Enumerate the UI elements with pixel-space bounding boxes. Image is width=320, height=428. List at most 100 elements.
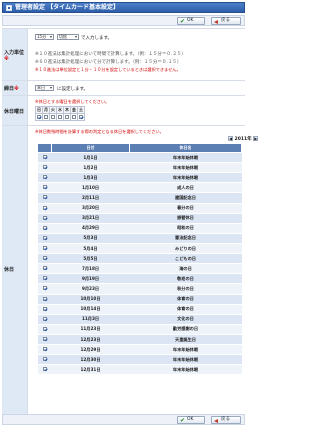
holiday-name: 体育の日 xyxy=(129,304,242,315)
holiday-check-cell xyxy=(37,253,52,265)
holiday-checkbox[interactable] xyxy=(42,235,47,240)
holiday-checkbox[interactable] xyxy=(42,185,47,190)
holiday-checkbox[interactable] xyxy=(42,205,47,210)
holiday-checkbox[interactable] xyxy=(42,316,47,321)
input-unit-note-2: ※６０進法は集計処理において分で計算します。（例：１５分＝０.１５） xyxy=(35,60,182,65)
settings-icon xyxy=(6,5,12,11)
holiday-check-cell xyxy=(37,304,52,315)
holiday-checkbox[interactable] xyxy=(42,256,47,261)
weekday-checkbox[interactable] xyxy=(37,114,41,119)
ok-button-bottom[interactable]: OK xyxy=(177,416,205,424)
holiday-date: 7月18日 xyxy=(51,263,130,275)
holiday-table-row: 5月3日 憲法記念日 xyxy=(37,233,242,244)
holiday-checkbox[interactable] xyxy=(42,357,47,362)
holiday-name: 年末年始休暇 xyxy=(129,344,242,356)
weekday-checkbox[interactable] xyxy=(51,114,55,119)
holiday-checkbox[interactable] xyxy=(42,347,47,352)
holiday-name: 体育の日 xyxy=(129,294,242,305)
col-name-header: 休日名 xyxy=(129,143,242,153)
holiday-checkbox[interactable] xyxy=(42,246,47,251)
holiday-date: 12月31日 xyxy=(51,364,130,376)
weekday-checkbox[interactable] xyxy=(65,114,69,119)
ok-button-label: OK xyxy=(187,18,194,23)
weekday-checkbox[interactable] xyxy=(58,114,62,119)
holiday-date: 3月21日 xyxy=(51,213,130,224)
back-button-bottom[interactable]: 戻る xyxy=(211,416,241,424)
weekday-wed: 水 xyxy=(56,106,64,114)
holiday-name: 建国記念日 xyxy=(129,192,242,204)
holiday-name: 年末年始休暇 xyxy=(129,172,242,184)
settings-form: 入力単位※ 15分 切捨 で入力します。 ※１０進法は集計処理において時間で計算… xyxy=(2,28,259,423)
holiday-check-cell xyxy=(37,273,52,285)
holiday-checkbox[interactable] xyxy=(42,195,47,200)
holiday-checkbox[interactable] xyxy=(42,225,47,230)
holiday-checkbox[interactable] xyxy=(42,215,47,220)
weekday-check-cell xyxy=(70,113,78,121)
holiday-date: 10月10日 xyxy=(51,294,130,305)
holiday-check-cell xyxy=(37,223,52,234)
holiday-check-cell xyxy=(37,354,52,366)
prev-year-button[interactable]: ◀ xyxy=(228,136,233,141)
holiday-table-row: 4月29日 昭和の日 xyxy=(37,223,242,234)
input-unit-note-3: ※１０進法は単位設定と１分・１０分を設定しているときは選択できません。 xyxy=(35,67,181,72)
year-label: 2011年 xyxy=(234,137,252,142)
holiday-checkbox[interactable] xyxy=(42,266,47,271)
unit-rounding-select[interactable]: 切捨 xyxy=(57,34,79,40)
holiday-check-cell xyxy=(37,203,52,214)
weekday-checkbox[interactable] xyxy=(72,114,76,119)
holiday-check-cell xyxy=(37,172,52,184)
holiday-check-cell xyxy=(37,283,52,295)
holiday-table-row: 1月10日 成人の日 xyxy=(37,182,242,194)
holiday-checkbox[interactable] xyxy=(42,337,47,342)
holiday-checkbox[interactable] xyxy=(42,276,47,281)
holiday-name: 年末年始休暇 xyxy=(129,162,242,174)
holiday-checkbox[interactable] xyxy=(42,326,47,331)
holiday-date: 12月30日 xyxy=(51,354,130,366)
weekday-mon: 月 xyxy=(42,106,50,114)
holiday-weekday-note: ※休日とする曜日を選択してください。 xyxy=(35,99,110,104)
close-day-select[interactable]: 末日 xyxy=(35,85,54,91)
holiday-label: 休日 xyxy=(2,126,28,422)
holiday-check-cell xyxy=(37,233,52,244)
weekday-checkbox[interactable] xyxy=(44,114,48,119)
check-icon xyxy=(180,418,185,423)
holiday-checkbox[interactable] xyxy=(42,286,47,291)
holiday-table-row: 3月20日 春分の日 xyxy=(37,203,242,214)
holiday-checkbox[interactable] xyxy=(42,367,47,372)
close-day-label: 締日※ xyxy=(2,81,28,95)
back-button-top[interactable]: 戻る xyxy=(211,17,241,25)
holiday-checkbox[interactable] xyxy=(42,155,47,160)
holiday-date: 5月3日 xyxy=(51,233,130,244)
holiday-table-row: 1月3日 年末年始休暇 xyxy=(37,172,242,184)
input-unit-note-1: ※１０進法は集計処理において時間で計算します。（例：１５分＝０.２５） xyxy=(35,52,186,57)
weekday-checkbox[interactable] xyxy=(79,114,83,119)
holiday-checkbox[interactable] xyxy=(42,296,47,301)
holiday-name: 天皇誕生日 xyxy=(129,334,242,346)
holiday-check-cell xyxy=(37,192,52,204)
unit-minutes-select[interactable]: 15分 xyxy=(35,34,54,40)
holiday-checkbox[interactable] xyxy=(42,175,47,180)
holiday-date: 11月23日 xyxy=(51,324,130,335)
holiday-row: 休日 ※休日数残時間を計算する際の判定となる休日を選択してください。 ◀ 201… xyxy=(2,126,259,423)
holiday-name: 年末年始休暇 xyxy=(129,364,242,376)
holiday-check-cell xyxy=(37,344,52,356)
next-year-button[interactable]: ▶ xyxy=(253,136,259,141)
input-unit-label: 入力単位※ xyxy=(2,29,28,80)
holiday-checkbox[interactable] xyxy=(42,165,47,170)
weekday-fri: 金 xyxy=(70,106,78,114)
weekday-sat: 土 xyxy=(77,106,85,114)
holiday-table-row: 5月4日 みどりの日 xyxy=(37,243,242,255)
holiday-table-row: 10月14日 体育の日 xyxy=(37,304,242,315)
holiday-table-row: 9月19日 敬老の日 xyxy=(37,273,242,285)
holiday-date: 5月5日 xyxy=(51,253,130,265)
holiday-name: 振替休日 xyxy=(129,213,242,224)
input-unit-row: 入力単位※ 15分 切捨 で入力します。 ※１０進法は集計処理において時間で計算… xyxy=(2,29,245,81)
holiday-table-row: 2月11日 建国記念日 xyxy=(37,192,242,204)
bottom-toolbar: OK 戻る xyxy=(2,414,245,425)
holiday-check-cell xyxy=(37,152,52,164)
ok-button-top[interactable]: OK xyxy=(177,17,205,25)
weekday-check-cell xyxy=(42,113,50,121)
top-toolbar: OK 戻る xyxy=(2,15,245,26)
holiday-checkbox[interactable] xyxy=(42,306,47,311)
holiday-table-row: 12月30日 年末年始休暇 xyxy=(37,354,242,366)
